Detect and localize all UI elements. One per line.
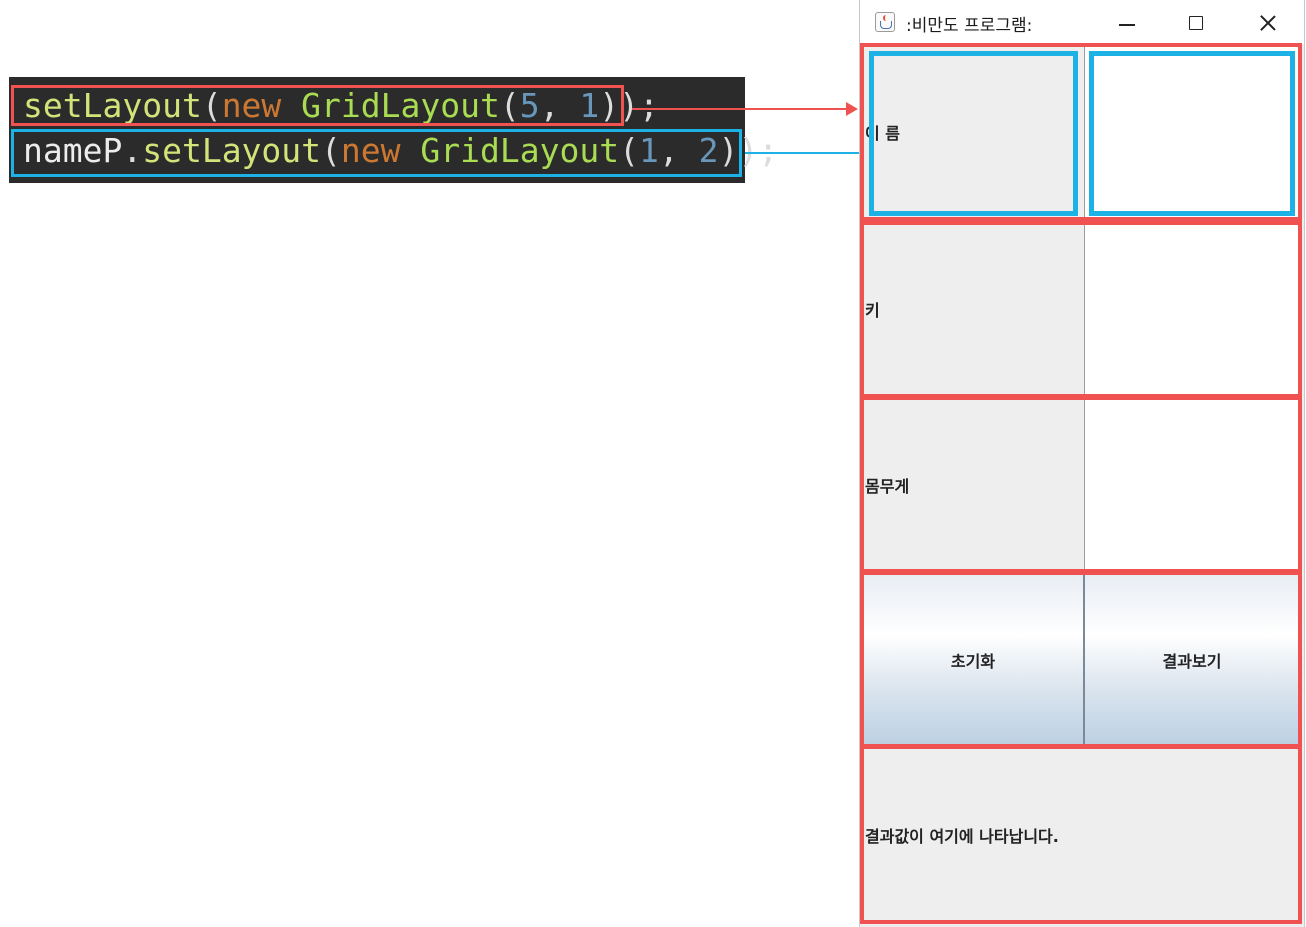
name-label: 이 름 (865, 123, 901, 143)
maximize-button[interactable] (1174, 2, 1220, 42)
window-title: :비만도 프로그램: (906, 16, 1033, 36)
result-label: 결과값이 여기에 나타납니다. (865, 827, 1059, 846)
java-icon[interactable] (875, 12, 895, 32)
maximize-icon (1189, 16, 1203, 30)
close-button[interactable] (1245, 2, 1291, 42)
height-label: 키 (865, 301, 880, 320)
name-row: 이 름 (862, 44, 1300, 219)
red-highlight-box-line1 (11, 85, 624, 126)
weight-label-cell: 몸무게 (862, 398, 1081, 571)
height-label-cell: 키 (862, 223, 1081, 395)
weight-label: 몸무게 (865, 476, 910, 496)
title-bar[interactable]: :비만도 프로그램: (860, 0, 1304, 44)
height-row: 키 (862, 223, 1300, 395)
button-row: 초기화 결과보기 (862, 574, 1300, 746)
weight-row: 몸무게 (862, 398, 1300, 571)
minimize-button[interactable] (1105, 2, 1151, 42)
result-row: 결과값이 여기에 나타납니다. (862, 748, 1300, 922)
reset-button[interactable]: 초기화 (862, 574, 1084, 746)
weight-input[interactable] (1084, 398, 1300, 571)
height-input[interactable] (1084, 223, 1300, 395)
name-label-cell: 이 름 (862, 44, 1081, 219)
close-icon (1259, 14, 1277, 32)
blue-highlight-box-line2 (11, 129, 742, 177)
red-arrow-icon (632, 102, 858, 116)
app-window: :비만도 프로그램: 이 름 키 몸무게 초기화 결과보기 결과값이 여기에 나… (859, 0, 1305, 927)
minimize-icon (1119, 24, 1135, 26)
name-input[interactable] (1084, 44, 1300, 219)
show-result-button[interactable]: 결과보기 (1084, 574, 1300, 746)
